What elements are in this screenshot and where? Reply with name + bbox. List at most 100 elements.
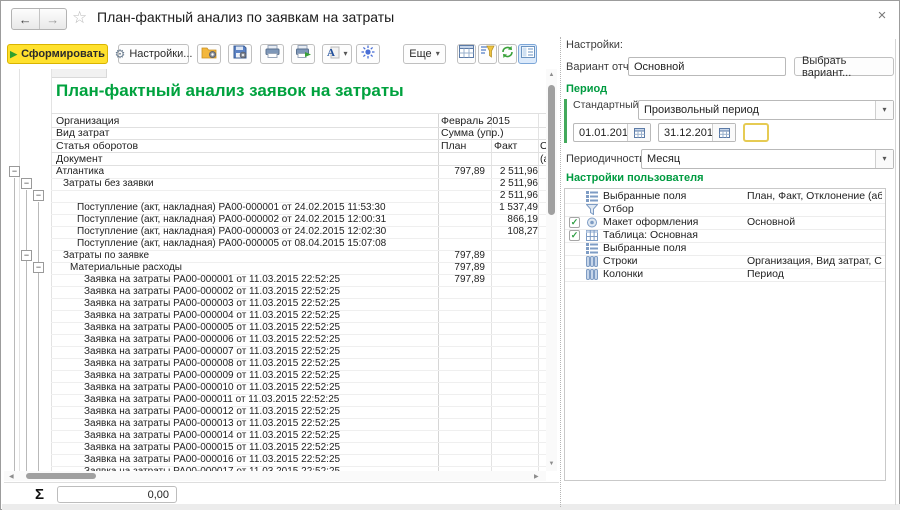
- date-to-value: 31.12.2015: [659, 127, 712, 139]
- fact-cell: 108,27: [491, 226, 542, 238]
- dropdown-button[interactable]: ▾: [875, 101, 893, 119]
- settings-button[interactable]: ⚙ Настройки...: [118, 44, 189, 64]
- row-text: Поступление (акт, накладная) РА00-000005…: [77, 238, 386, 250]
- settings-item-name: Макет оформления: [603, 216, 698, 229]
- calendar-button[interactable]: [627, 124, 650, 141]
- calendar-button[interactable]: [712, 124, 735, 141]
- plan-cell: 797,89: [438, 250, 489, 262]
- collapse-button[interactable]: −: [21, 178, 32, 189]
- row-text: Заявка на затраты РА00-000011 от 11.03.2…: [84, 394, 339, 406]
- scroll-right-icon[interactable]: ▶: [534, 473, 539, 480]
- checkbox[interactable]: ✓: [569, 230, 580, 241]
- standard-variant-combo[interactable]: Произвольный период ▾: [638, 100, 894, 120]
- scroll-up-icon[interactable]: ▲: [546, 72, 557, 78]
- settings-item[interactable]: КолонкиПериод: [565, 268, 885, 282]
- refresh-settings-button[interactable]: [498, 44, 517, 64]
- choose-variant-label: Выбрать вариант...: [802, 55, 886, 79]
- user-settings-list[interactable]: Выбранные поляПлан, Факт, Отклонение (аб…: [564, 188, 886, 481]
- fact-cell: 866,19: [491, 214, 542, 226]
- fact-cell: 1 537,49: [491, 202, 542, 214]
- fixed-column-divider: [19, 69, 20, 471]
- periodicity-value: Месяц: [642, 153, 875, 165]
- report-header-row: Вид затратСумма (упр.): [51, 126, 546, 140]
- checkbox[interactable]: ✓: [569, 217, 580, 228]
- settings-item[interactable]: Выбранные поляПлан, Факт, Отклонение (аб…: [565, 190, 885, 204]
- chevron-down-icon: ▾: [436, 50, 440, 58]
- row-text: Заявка на затраты РА00-000006 от 11.03.2…: [84, 334, 340, 346]
- panel-splitter[interactable]: [560, 37, 562, 507]
- collapse-button[interactable]: −: [9, 166, 20, 177]
- calendar-icon: [719, 128, 730, 138]
- settings-item[interactable]: Выбранные поля: [565, 242, 885, 256]
- period-group-bar: [564, 99, 567, 143]
- fact-cell: 2 511,96: [491, 166, 542, 178]
- divider: [4, 482, 559, 483]
- row-text: Заявка на затраты РА00-000015 от 11.03.2…: [84, 442, 340, 454]
- settings-item-value: Организация, Вид затрат, Ста...: [747, 255, 882, 268]
- open-variant-button[interactable]: [197, 44, 221, 64]
- print-button[interactable]: [260, 44, 284, 64]
- back-button[interactable]: ←: [12, 9, 39, 29]
- collapse-button[interactable]: −: [33, 190, 44, 201]
- scroll-down-icon[interactable]: ▼: [546, 461, 557, 467]
- toggle-settings-panel-button[interactable]: [518, 44, 537, 64]
- font-settings-button[interactable]: A ▾: [322, 44, 352, 64]
- highlight-button[interactable]: [356, 44, 380, 64]
- settings-item-value: Основной: [747, 216, 882, 229]
- settings-item-name: Выбранные поля: [603, 242, 686, 255]
- filter-settings-button[interactable]: [478, 44, 497, 64]
- period-button[interactable]: [457, 44, 476, 64]
- dropdown-button[interactable]: ▾: [875, 150, 893, 168]
- row-text: Заявка на затраты РА00-000009 от 11.03.2…: [84, 370, 340, 382]
- settings-item-name: Таблица: Основная: [603, 229, 698, 242]
- row-text: Заявка на затраты РА00-000002 от 11.03.2…: [84, 286, 340, 298]
- settings-item[interactable]: Отбор: [565, 203, 885, 217]
- settings-item[interactable]: ✓ Таблица: Основная: [565, 229, 885, 243]
- nav-buttons: ← →: [11, 8, 67, 30]
- choose-variant-button[interactable]: Выбрать вариант...: [794, 57, 894, 76]
- printer-export-icon: [296, 45, 311, 63]
- settings-item[interactable]: ✓ Макет оформления Основной: [565, 216, 885, 230]
- more-button[interactable]: Еще ▾: [403, 44, 446, 64]
- horizontal-scrollbar[interactable]: ◀ ▶: [4, 471, 546, 481]
- cols-icon: [586, 269, 598, 283]
- forward-button[interactable]: →: [39, 9, 67, 29]
- row-text: Заявка на затраты РА00-000008 от 11.03.2…: [84, 358, 340, 370]
- settings-item-name: Отбор: [603, 203, 634, 216]
- header-cell: Вид затрат: [56, 127, 109, 139]
- collapse-button[interactable]: −: [21, 250, 32, 261]
- bottom-strip: [2, 504, 900, 510]
- tree-line: [26, 190, 27, 471]
- panel-settings-label: Настройки:: [566, 39, 623, 51]
- favorite-star-icon[interactable]: ☆: [72, 8, 87, 28]
- row-text: Заявка на затраты РА00-000013 от 11.03.2…: [84, 418, 340, 430]
- row-text: Поступление (акт, накладная) РА00-000001…: [77, 202, 386, 214]
- periodicity-label: Периодичность:: [566, 153, 648, 165]
- close-icon[interactable]: ×: [873, 7, 891, 24]
- variant-field[interactable]: Основной: [628, 57, 786, 76]
- periodicity-combo[interactable]: Месяц ▾: [641, 149, 894, 169]
- report-header-row: Документ(а: [51, 152, 546, 166]
- settings-item-name: Колонки: [603, 268, 643, 281]
- collapse-button[interactable]: −: [33, 262, 44, 273]
- date-from-value: 01.01.2015: [574, 127, 627, 139]
- horizontal-scroll-thumb[interactable]: [26, 473, 96, 479]
- scroll-left-icon[interactable]: ◀: [9, 473, 14, 480]
- report-spreadsheet[interactable]: План-фактный анализ заявок на затраты Ор…: [4, 69, 546, 471]
- generate-button[interactable]: ▶ Сформировать: [7, 44, 108, 64]
- date-to-field[interactable]: 31.12.2015: [658, 123, 736, 142]
- header-cell: Факт: [494, 140, 517, 152]
- vertical-scrollbar[interactable]: ▲ ▼: [546, 69, 557, 471]
- period-options-button[interactable]: [743, 123, 769, 142]
- settings-item[interactable]: СтрокиОрганизация, Вид затрат, Ста...: [565, 255, 885, 269]
- print-preview-button[interactable]: [291, 44, 315, 64]
- save-variant-button[interactable]: [228, 44, 252, 64]
- spreadsheet-corner-cell: [52, 69, 107, 78]
- lamp-icon: [361, 45, 375, 64]
- sum-field[interactable]: 0,00: [57, 486, 177, 503]
- back-icon: ←: [19, 12, 32, 27]
- fact-cell: 2 511,96: [491, 190, 542, 202]
- date-from-field[interactable]: 01.01.2015: [573, 123, 651, 142]
- vertical-scroll-thumb[interactable]: [548, 85, 555, 215]
- row-text: Заявка на затраты РА00-000012 от 11.03.2…: [84, 406, 340, 418]
